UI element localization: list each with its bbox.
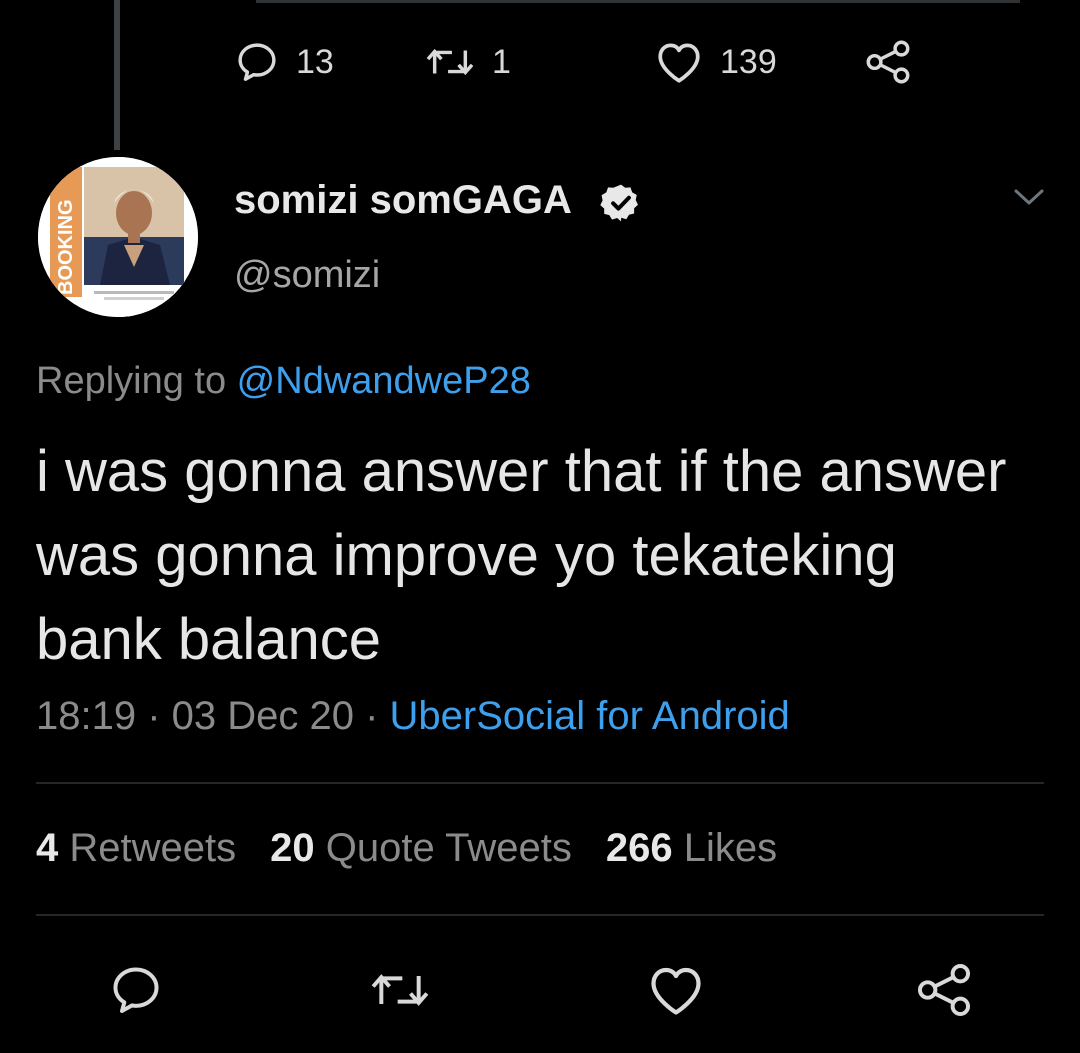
author-handle[interactable]: @somizi — [234, 254, 380, 297]
prev-reply-button[interactable]: 13 — [234, 34, 334, 90]
divider — [36, 914, 1044, 916]
thread-connector-line — [114, 0, 120, 150]
prev-like-count: 139 — [720, 42, 777, 81]
previous-tweet-actions: 13 1 139 — [234, 34, 934, 90]
avatar[interactable]: BOOKING — [38, 157, 198, 317]
tweet-text: i was gonna answer that if the answer wa… — [36, 439, 1007, 672]
share-icon — [866, 40, 910, 84]
retweet-icon[interactable] — [368, 962, 432, 1018]
reply-icon[interactable] — [108, 962, 164, 1018]
replying-to: Replying to @NdwandweP28 — [36, 360, 531, 403]
likes-label: Likes — [683, 826, 778, 870]
author-display-name[interactable]: somizi somGAGA — [234, 178, 572, 223]
tweet-date: 03 Dec 20 — [171, 694, 354, 738]
tweet-stats: 4 Retweets 20 Quote Tweets 266 Likes — [36, 826, 777, 871]
tweet-time: 18:19 — [36, 694, 137, 738]
avatar-image: BOOKING — [38, 157, 198, 317]
heart-icon — [658, 43, 700, 83]
retweets-count: 4 — [36, 826, 59, 870]
divider — [36, 782, 1044, 784]
quote-tweets-label: Quote Tweets — [325, 826, 572, 870]
heart-icon[interactable] — [646, 962, 706, 1018]
replying-to-mention-link[interactable]: @NdwandweP28 — [237, 360, 531, 402]
retweet-icon — [426, 48, 474, 76]
chevron-down-icon[interactable] — [1012, 186, 1046, 208]
likes-count: 266 — [605, 826, 673, 870]
likes-stat[interactable]: 266 Likes — [606, 826, 777, 870]
prev-retweet-button[interactable]: 1 — [424, 34, 511, 90]
tweet-source-link[interactable]: UberSocial for Android — [390, 694, 790, 738]
reply-icon — [238, 43, 276, 81]
share-icon[interactable] — [912, 962, 976, 1018]
replying-to-prefix: Replying to — [36, 360, 237, 402]
prev-share-button[interactable] — [862, 34, 914, 90]
prev-retweet-count: 1 — [492, 42, 511, 81]
avatar-booking-text: BOOKING — [55, 199, 77, 295]
prev-reply-count: 13 — [296, 42, 334, 81]
previous-tweet-media-edge — [256, 0, 1020, 3]
quote-tweets-count: 20 — [270, 826, 315, 870]
meta-separator: · — [354, 694, 390, 738]
tweet-meta: 18:19 · 03 Dec 20 · UberSocial for Andro… — [36, 694, 790, 739]
prev-like-button[interactable]: 139 — [654, 34, 777, 90]
retweets-label: Retweets — [69, 826, 237, 870]
meta-separator: · — [136, 694, 172, 738]
retweets-stat[interactable]: 4 Retweets — [36, 826, 236, 870]
quote-tweets-stat[interactable]: 20 Quote Tweets — [270, 826, 572, 870]
verified-badge-icon — [600, 184, 638, 222]
